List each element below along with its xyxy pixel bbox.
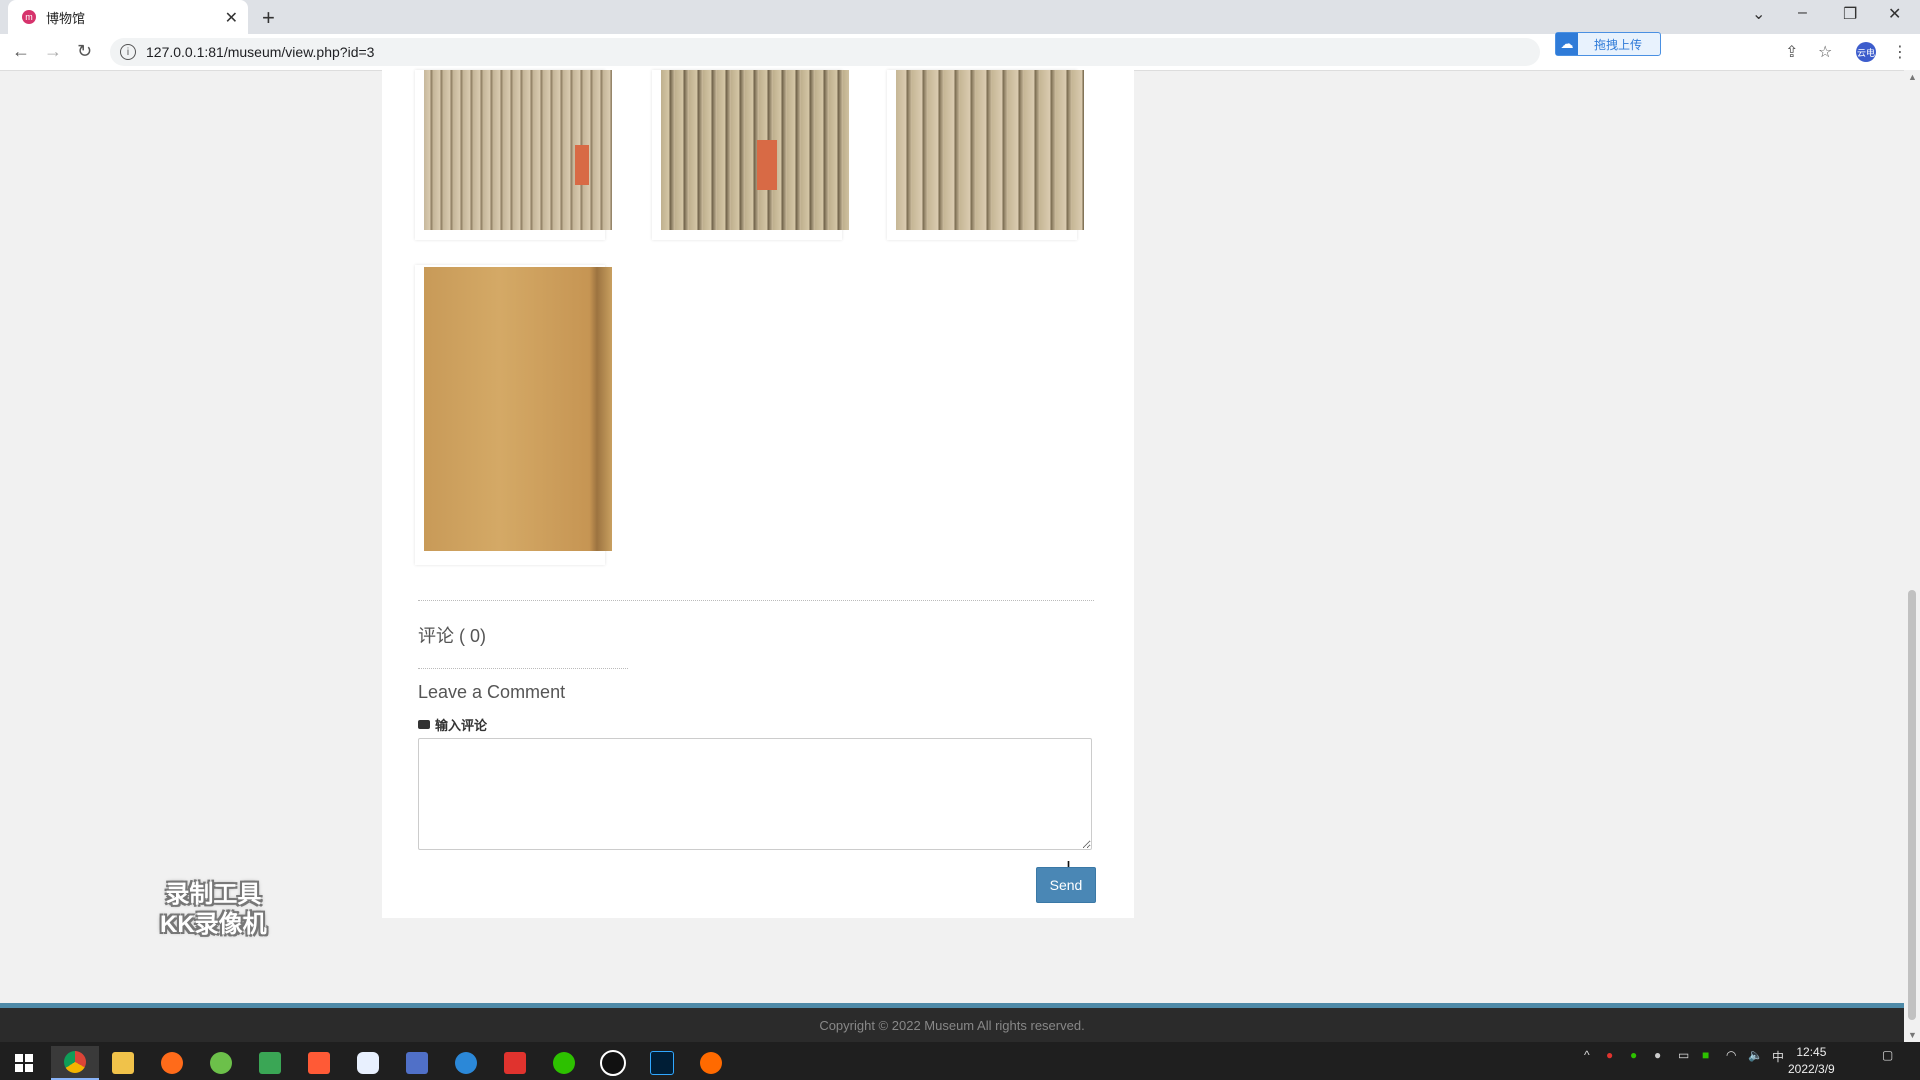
gallery-thumbnail[interactable] — [415, 70, 612, 240]
red-seal-mark — [757, 140, 777, 190]
tab-museum[interactable]: m 博物馆 ✕ — [8, 0, 248, 34]
restore-icon[interactable]: ❐ — [1843, 4, 1857, 24]
baidu-netdisk-taskbar-icon[interactable] — [344, 1046, 392, 1080]
red-app-taskbar-icon[interactable] — [295, 1046, 343, 1080]
baidu-upload-extension[interactable]: ☁ 拖拽上传 — [1555, 32, 1661, 56]
museum-favicon-icon: m — [22, 10, 36, 24]
windows-logo — [15, 1054, 33, 1072]
qq-taskbar-icon[interactable] — [589, 1046, 637, 1080]
gallery-thumbnail[interactable] — [887, 70, 1084, 240]
clock-date: 2022/3/9 — [1788, 1062, 1835, 1076]
scroll-down-icon[interactable]: ▼ — [1908, 1030, 1917, 1040]
tray-qq-icon[interactable]: ● — [1654, 1048, 1661, 1062]
tab-strip: m 博物馆 ✕ + ⌄ – ❐ ✕ — [0, 0, 1920, 34]
watermark-line1: 录制工具 — [165, 881, 262, 908]
wechat-taskbar-icon[interactable] — [540, 1046, 588, 1080]
share-icon[interactable]: ⇪ — [1785, 42, 1798, 62]
scrollbar-thumb[interactable] — [1908, 590, 1916, 1020]
send-button[interactable]: Send — [1036, 867, 1096, 903]
extension-label: 拖拽上传 — [1594, 37, 1643, 52]
comment-icon — [418, 720, 430, 729]
profile-avatar[interactable]: 云电 — [1856, 42, 1876, 62]
tab-search-icon[interactable]: ⌄ — [1752, 4, 1765, 24]
tray-antivirus-icon[interactable]: ● — [1606, 1048, 1613, 1062]
star-icon[interactable]: ☆ — [1818, 42, 1832, 62]
ime-indicator[interactable]: 中 — [1772, 1048, 1784, 1065]
taskbar-clock[interactable]: 12:45 2022/3/9 — [1788, 1044, 1835, 1078]
back-arrow-icon[interactable]: ← — [12, 41, 30, 62]
clock-time: 12:45 — [1796, 1045, 1827, 1059]
comment-input-label-text: 输入评论 — [435, 718, 488, 733]
tray-wechat-icon[interactable]: ● — [1630, 1048, 1637, 1062]
network-icon[interactable]: ◠ — [1726, 1048, 1736, 1062]
recorder-watermark: 录制工具 KK录像机 — [160, 880, 267, 940]
green-app-taskbar-icon[interactable] — [197, 1046, 245, 1080]
browser-search-taskbar-icon[interactable] — [442, 1046, 490, 1080]
gallery-thumbnail[interactable] — [652, 70, 849, 240]
book-cover-image — [424, 267, 612, 551]
windows-start-icon[interactable] — [0, 1046, 48, 1080]
notification-icon[interactable]: ▢ — [1882, 1048, 1893, 1062]
minimize-icon[interactable]: – — [1798, 4, 1807, 22]
wps-taskbar-icon[interactable] — [491, 1046, 539, 1080]
recorder-taskbar-icon[interactable] — [687, 1046, 735, 1080]
tab-title: 博物馆 — [46, 10, 86, 26]
comment-textarea[interactable] — [418, 738, 1092, 850]
comments-count-heading: 评论 ( 0) — [418, 626, 487, 646]
close-tab-icon[interactable]: ✕ — [225, 8, 238, 28]
url-text: 127.0.0.1:81/museum/view.php?id=3 — [146, 44, 375, 60]
gallery-thumbnail[interactable] — [415, 265, 612, 565]
chrome-taskbar-icon[interactable] — [51, 1046, 99, 1080]
info-icon[interactable]: i — [120, 44, 136, 60]
file-explorer-taskbar-icon[interactable] — [99, 1046, 147, 1080]
article-content: 评论 ( 0) Leave a Comment 输入评论 I Send — [382, 70, 1134, 918]
cloud-icon: ☁ — [1556, 33, 1578, 55]
photoshop-taskbar-icon[interactable] — [638, 1046, 686, 1080]
section-divider — [418, 668, 628, 669]
volume-muted-icon[interactable]: 🔈 — [1748, 1048, 1763, 1062]
watermark-line2: KK录像机 — [160, 911, 267, 938]
tray-battery-icon[interactable]: ■ — [1702, 1048, 1709, 1062]
red-seal-mark — [575, 145, 589, 185]
new-tab-button[interactable]: + — [262, 5, 275, 31]
section-divider — [418, 600, 1094, 601]
book-page-image — [661, 70, 849, 230]
search-app-taskbar-icon[interactable] — [148, 1046, 196, 1080]
ide-taskbar-icon[interactable] — [393, 1046, 441, 1080]
comment-input-label: 输入评论 — [418, 715, 487, 734]
scroll-up-icon[interactable]: ▲ — [1908, 72, 1917, 82]
page-footer: Copyright © 2022 Museum All rights reser… — [0, 1008, 1904, 1042]
copyright-text: Copyright © 2022 Museum All rights reser… — [819, 1017, 1085, 1033]
address-bar[interactable]: i 127.0.0.1:81/museum/view.php?id=3 — [110, 38, 1540, 66]
tray-device-icon[interactable]: ▭ — [1678, 1048, 1689, 1062]
menu-dots-icon[interactable]: ⋮ — [1892, 42, 1908, 62]
forward-arrow-icon[interactable]: → — [44, 41, 62, 62]
close-window-icon[interactable]: ✕ — [1888, 4, 1901, 24]
reload-icon[interactable]: ↻ — [77, 41, 92, 62]
page-scrollbar[interactable]: ▲ ▼ — [1904, 70, 1920, 1042]
tray-chevron-icon[interactable]: ^ — [1584, 1048, 1590, 1062]
leave-comment-heading: Leave a Comment — [418, 682, 566, 702]
notepad-taskbar-icon[interactable] — [246, 1046, 294, 1080]
book-page-image — [896, 70, 1084, 230]
